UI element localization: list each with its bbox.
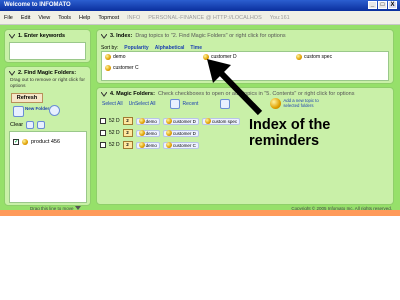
menu-info: INFO	[127, 14, 141, 21]
menu-help[interactable]: Help	[79, 15, 90, 21]
topic-tag[interactable]: customer D	[162, 129, 199, 137]
chevron-down-icon[interactable]	[9, 33, 15, 39]
topic-ball-icon	[138, 118, 145, 124]
magic-folder-row[interactable]: 52 D 2 demo customer D custom spec	[100, 117, 241, 125]
tag-label: customer D	[172, 130, 196, 136]
annotation-text: Index of the reminders	[249, 117, 331, 149]
topic-ball-icon	[105, 65, 111, 71]
new-folder-button[interactable]: New Folder	[25, 106, 49, 111]
index-item[interactable]: customer C	[105, 65, 139, 71]
close-button[interactable]: X	[388, 1, 397, 9]
count-icon: 2	[122, 117, 133, 125]
recent-link[interactable]: Recent	[183, 101, 199, 107]
topic-tag[interactable]: demo	[135, 117, 160, 125]
magic-folder-row[interactable]: 52 D 2 demo customer C	[100, 141, 199, 149]
row-num: 52 D	[109, 118, 120, 124]
index-hint: Drag topics to "2. Find Magic Folders" o…	[135, 33, 286, 39]
topic-tag[interactable]: custom spec	[201, 117, 241, 125]
magic-folders-title: 4. Magic Folders:	[110, 91, 155, 97]
topic-ball-icon	[165, 118, 172, 124]
add-topic-link[interactable]: Add a new topic to selected folders	[283, 98, 329, 109]
find-folders-hint: Drag out to remove or right click for op…	[10, 78, 85, 89]
magic-folder-row[interactable]: 52 D 2 demo customer D	[100, 129, 199, 137]
contents-area	[0, 216, 400, 300]
index-title: 3. Index:	[110, 33, 133, 39]
count-icon: 2	[122, 141, 133, 149]
clear-row: Clear	[10, 121, 46, 129]
topic-ball-icon	[22, 139, 28, 145]
keywords-input[interactable]	[9, 42, 86, 60]
recent-icon[interactable]	[169, 98, 180, 109]
topic-ball-icon	[165, 130, 172, 136]
window-titlebar: Welcome to INFOMATO _ □ X	[0, 0, 400, 11]
select-all-link[interactable]: Select All	[102, 101, 123, 107]
menu-user: You:161	[269, 14, 290, 21]
topic-ball-icon	[204, 118, 211, 124]
find-folders-panel: 2. Find Magic Folders: Drag out to remov…	[4, 66, 91, 206]
keywords-panel: 1. Enter keywords	[4, 29, 91, 63]
menu-file[interactable]: File	[4, 15, 13, 21]
row-checkbox[interactable]	[100, 130, 106, 136]
folder-list: product 456	[9, 131, 87, 203]
find-folders-title-row: 2. Find Magic Folders:	[5, 67, 90, 77]
clock-icon[interactable]	[49, 105, 60, 116]
unselect-all-link[interactable]: UnSelect All	[129, 101, 156, 107]
topic-tag[interactable]: demo	[135, 129, 160, 137]
index-item[interactable]: demo	[105, 54, 126, 60]
chevron-down-icon[interactable]	[101, 91, 107, 97]
chevron-down-icon[interactable]	[101, 33, 107, 39]
folder-checkbox[interactable]	[13, 138, 19, 145]
chevron-down-icon[interactable]	[9, 70, 15, 76]
topic-ball-icon	[165, 142, 172, 148]
topic-tag[interactable]: demo	[135, 141, 160, 149]
arrow-icon	[207, 59, 263, 116]
topic-ball-icon	[105, 54, 111, 60]
tag-label: demo	[145, 130, 157, 136]
tag-label: custom spec	[211, 118, 238, 124]
menu-connection: PERSONAL-FINANCE @ HTTP://LOCALHOS	[148, 14, 262, 21]
row-checkbox[interactable]	[100, 142, 106, 148]
index-title-row: 3. Index: Drag topics to "2. Find Magic …	[97, 30, 393, 40]
menu-tools[interactable]: Tools	[58, 15, 71, 21]
index-item-label: demo	[113, 54, 126, 60]
tag-label: customer C	[172, 142, 196, 148]
tag-label: customer D	[172, 118, 196, 124]
add-topic-ball-icon[interactable]	[270, 98, 282, 109]
keywords-title: 1. Enter keywords	[18, 33, 66, 39]
menu-topmost[interactable]: Topmost	[98, 15, 119, 21]
refresh-button[interactable]: Refresh	[11, 93, 43, 103]
folder-label: product 456	[31, 139, 61, 145]
tag-label: demo	[145, 118, 157, 124]
checkbox-icon[interactable]	[26, 121, 35, 129]
menu-bar: File Edit View Tools Help Topmost INFO P…	[0, 11, 400, 25]
topic-tag[interactable]: customer C	[162, 141, 199, 149]
keywords-title-row: 1. Enter keywords	[5, 30, 90, 40]
index-item-label: customer C	[113, 65, 139, 71]
folder-icon[interactable]	[13, 106, 24, 117]
find-folders-title: 2. Find Magic Folders:	[18, 70, 77, 76]
index-item[interactable]: custom spec	[296, 54, 332, 60]
topic-ball-icon	[138, 142, 145, 148]
index-item-label: custom spec	[304, 54, 333, 60]
count-icon: 2	[122, 129, 133, 137]
topic-ball-icon	[138, 130, 145, 136]
menu-view[interactable]: View	[38, 15, 50, 21]
menu-edit[interactable]: Edit	[21, 15, 30, 21]
window-title: Welcome to INFOMATO	[4, 2, 71, 8]
row-num: 52 D	[109, 142, 120, 148]
row-num: 52 D	[109, 130, 120, 136]
clear-label: Clear	[10, 122, 24, 128]
window-controls: _ □ X	[368, 1, 397, 9]
row-checkbox[interactable]	[100, 118, 106, 124]
folder-item[interactable]: product 456	[13, 138, 61, 145]
topic-ball-icon	[296, 54, 302, 60]
minimize-button[interactable]: _	[368, 1, 377, 9]
checkbox-outline-icon[interactable]	[37, 121, 46, 129]
topic-tag[interactable]: customer D	[162, 117, 199, 125]
maximize-button[interactable]: □	[378, 1, 387, 9]
tag-label: demo	[145, 142, 157, 148]
